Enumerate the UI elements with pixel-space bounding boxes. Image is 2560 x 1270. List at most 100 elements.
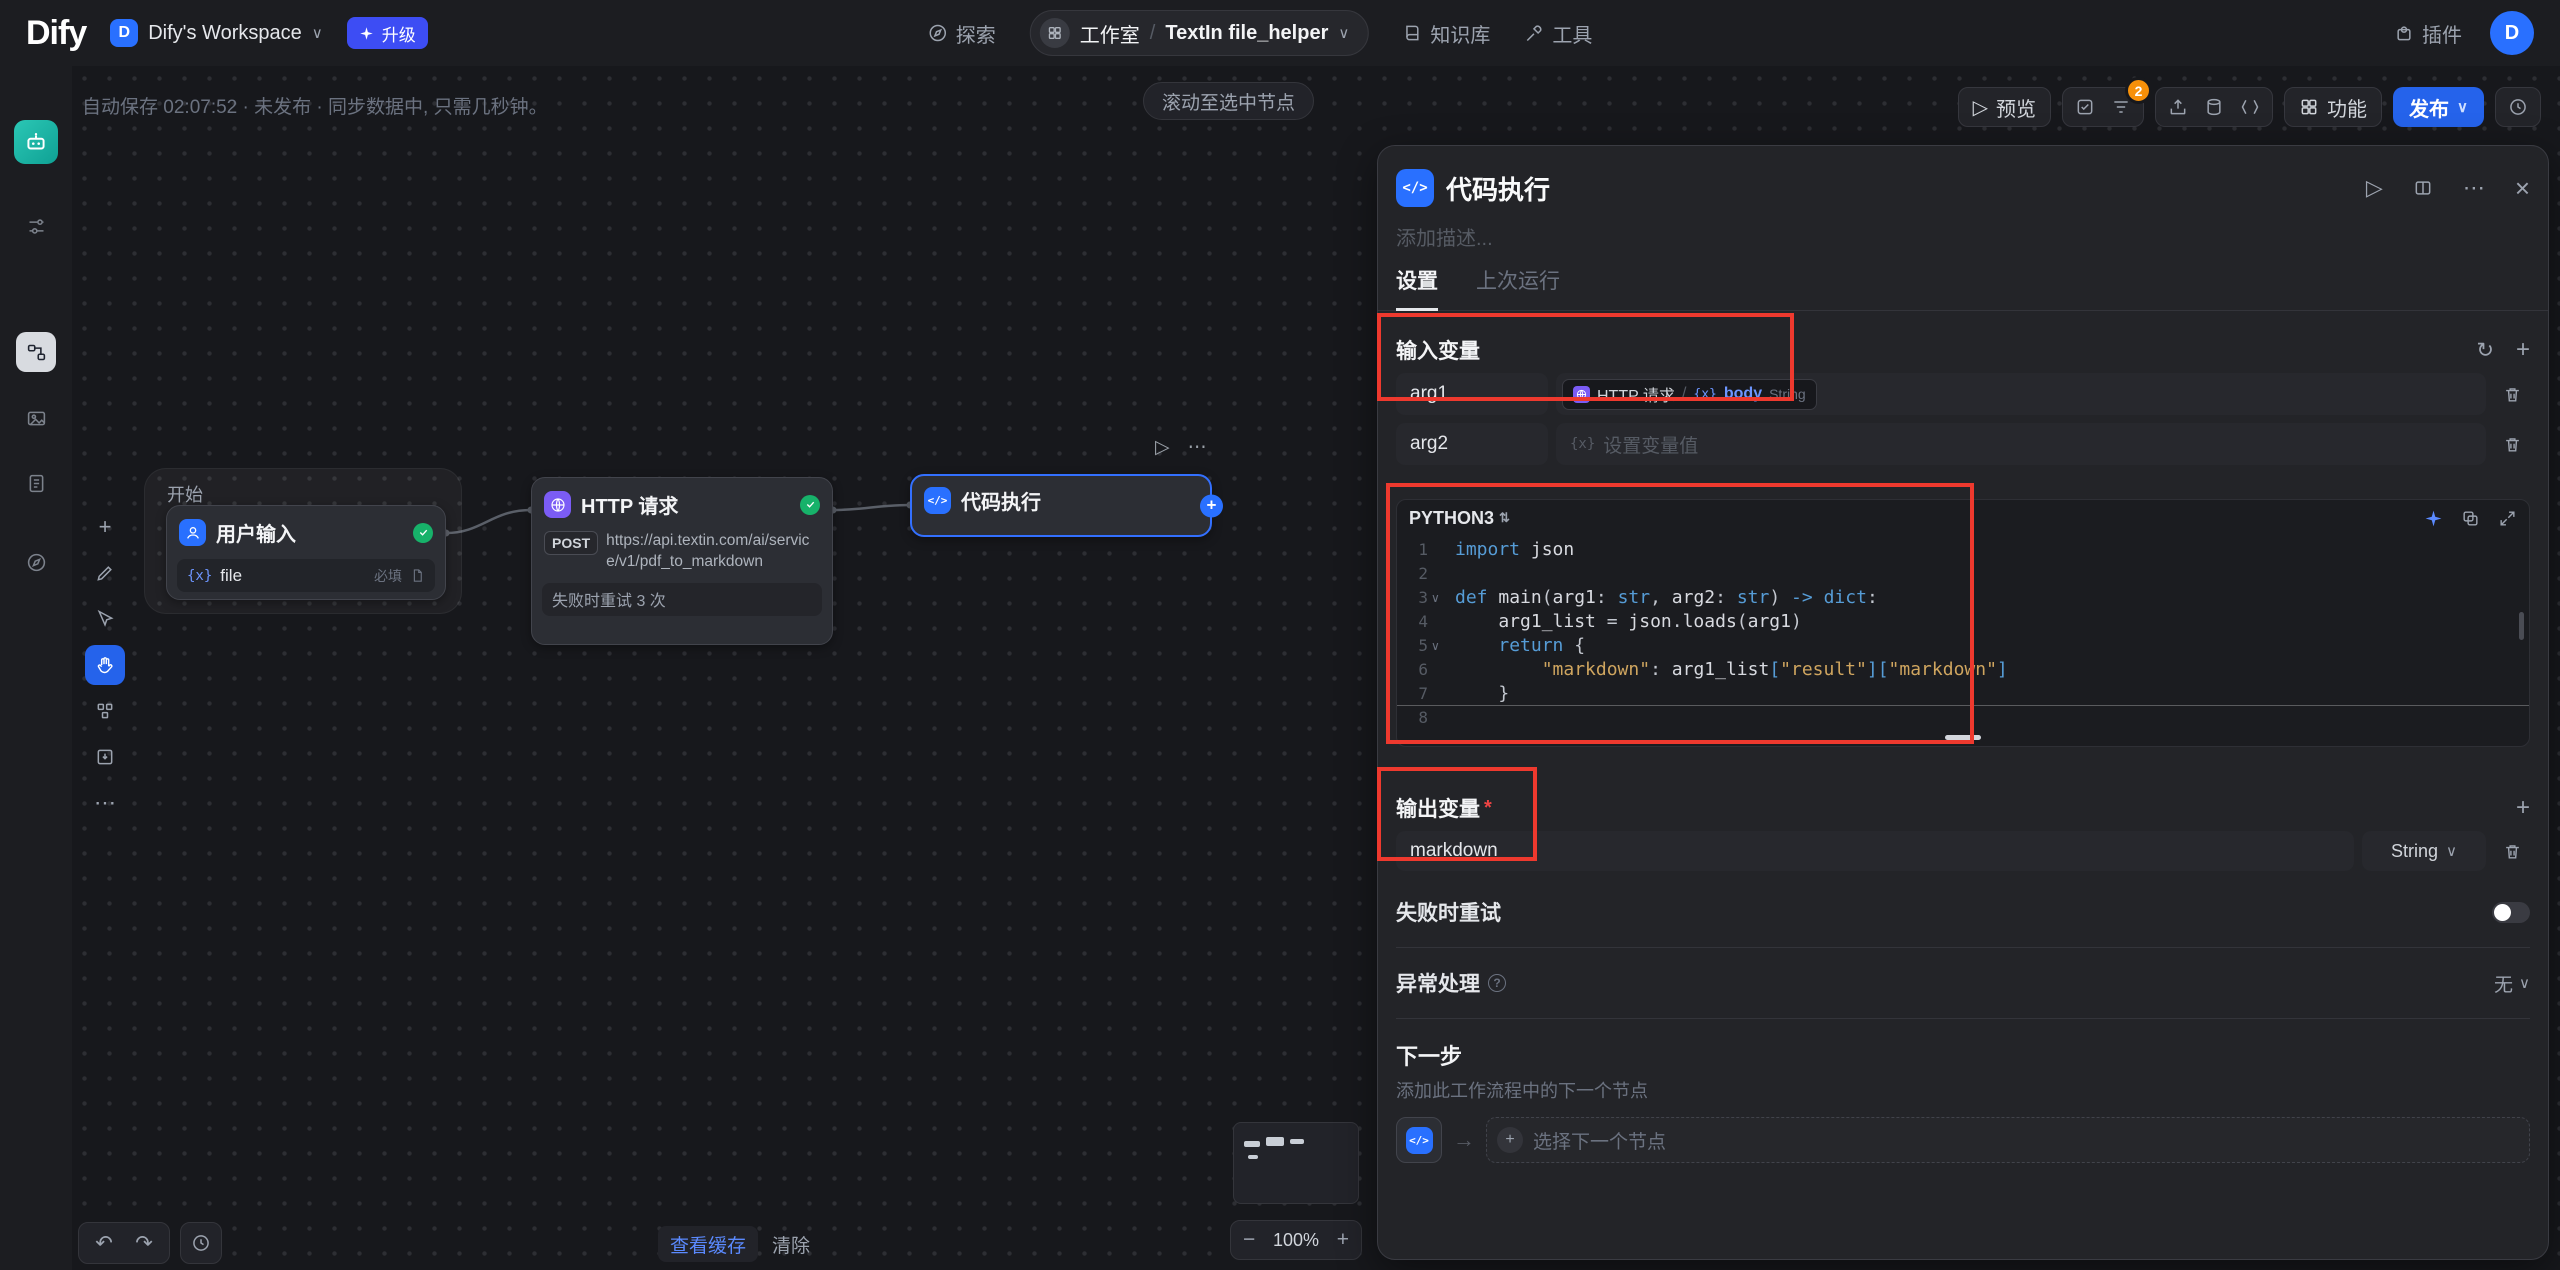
add-node-button[interactable]: + [85,507,125,547]
node-user-input[interactable]: 用户输入 {x} file 必填 [166,505,446,600]
zoom-in-button[interactable]: + [1337,1228,1349,1252]
grid-icon [2299,97,2319,117]
puzzle-icon [2394,23,2414,43]
run-node-icon[interactable]: ▷ [1155,436,1170,459]
dify-logo: Dify [26,14,86,53]
checklist-group: 2 [2062,87,2144,127]
publish-button[interactable]: 发布 ∨ [2393,87,2484,127]
nav-tools[interactable]: 工具 [1524,19,1592,48]
shortcuts-button[interactable] [2232,89,2268,125]
change-history-button[interactable] [180,1222,222,1264]
panel-more-button[interactable]: ⋯ [2463,175,2485,201]
clear-cache-button[interactable]: 清除 [772,1231,810,1258]
add-output-button[interactable]: + [2516,794,2530,822]
node-http-request[interactable]: HTTP 请求 POST https://api.textin.com/ai/s… [531,477,833,645]
variable-reference-chip[interactable]: HTTP 请求 / {x} body String [1562,379,1817,410]
version-history-button[interactable] [2500,89,2536,125]
close-panel-button[interactable]: × [2515,173,2530,204]
variable-name-input[interactable]: arg2 [1396,423,1548,465]
editor-resize-handle[interactable] [1945,735,1981,740]
export-button[interactable] [2160,89,2196,125]
undo-button[interactable]: ↶ [87,1226,121,1260]
nav-explore[interactable]: 探索 [928,19,996,48]
sidebar-item-settings[interactable] [16,206,56,246]
variables-button[interactable] [2196,89,2232,125]
delete-variable-button[interactable] [2494,373,2530,415]
plugins-button[interactable]: 插件 [2394,19,2462,48]
view-cache-button[interactable]: 查看缓存 [658,1226,758,1262]
current-app-icon[interactable] [14,120,58,164]
export-image-button[interactable] [85,737,125,777]
sidebar-item-logs[interactable] [16,463,56,503]
checklist-button[interactable] [2067,89,2103,125]
redo-button[interactable]: ↷ [127,1226,161,1260]
description-placeholder[interactable]: 添加描述... [1396,222,2530,251]
sparkle-icon [359,26,374,41]
minimap[interactable] [1233,1122,1359,1204]
next-step-row: </> → + 选择下一个节点 [1396,1117,2530,1163]
trash-icon [2503,385,2522,404]
delete-output-button[interactable] [2494,831,2530,871]
required-mark: * [1484,797,1492,820]
pencil-icon [95,563,115,583]
error-handling-select[interactable]: 无 ∨ [2494,970,2530,997]
code-lines[interactable]: 1import json23∨def main(arg1: str, arg2:… [1397,538,2529,730]
output-type-select[interactable]: String ∨ [2362,831,2486,871]
language-selector[interactable]: PYTHON3 ⇅ [1409,508,1510,529]
ai-generate-button[interactable] [2424,509,2443,528]
export-icon [2168,97,2188,117]
upgrade-button[interactable]: 升级 [347,17,428,49]
nav-knowledge[interactable]: 知识库 [1402,19,1490,48]
variable-row-arg2: arg2 {x} 设置变量值 [1396,423,2530,465]
user-avatar[interactable]: D [2490,11,2534,55]
add-note-button[interactable] [85,553,125,593]
expand-editor-button[interactable] [2498,509,2517,528]
canvas-toolbar: ▷ 预览 2 功能 发布 [1958,87,2541,127]
delete-variable-button[interactable] [2494,423,2530,465]
variable-value-input[interactable]: HTTP 请求 / {x} body String [1556,373,2486,415]
pointer-tool-button[interactable] [85,599,125,639]
variable-name-input[interactable]: arg1 [1396,373,1548,415]
minimap-node [1266,1137,1284,1146]
zoom-level[interactable]: 100% [1273,1230,1319,1251]
input-field-row[interactable]: {x} file 必填 [177,559,435,592]
sidebar-item-explore[interactable] [16,542,56,582]
autosave-status: 自动保存 02:07:52 · 未发布 · 同步数据中, 只需几秒钟。 [82,92,548,119]
retry-row: 失败时重试 [1396,891,2530,933]
download-icon [95,747,115,767]
refresh-variables-button[interactable]: ↻ [2476,338,2494,363]
output-name-input[interactable]: markdown [1396,831,2354,871]
tidy-layout-button[interactable] [85,691,125,731]
sidebar-item-preview[interactable] [16,398,56,438]
current-app-breadcrumb[interactable]: 工作室 / TextIn file_helper ∨ [1030,10,1369,56]
sidebar-item-orchestrate[interactable] [16,332,56,372]
node-more-icon[interactable]: ⋯ [1188,436,1207,459]
blocks-icon [95,701,115,721]
nav-studio[interactable]: 工作室 [1080,19,1140,48]
tab-last-run[interactable]: 上次运行 [1476,265,1560,310]
checklist-icon [2075,97,2095,117]
globe-icon [550,497,566,513]
cache-controls: 查看缓存 清除 [658,1226,810,1262]
scroll-to-node-pill[interactable]: 滚动至选中节点 [1143,82,1314,120]
more-tools-button[interactable]: ⋯ [85,783,125,823]
add-variable-button[interactable]: + [2516,336,2530,364]
tab-settings[interactable]: 设置 [1396,265,1438,311]
run-node-button[interactable]: ▷ [2366,175,2383,201]
variable-value-input[interactable]: {x} 设置变量值 [1556,423,2486,465]
retry-toggle[interactable] [2492,902,2530,923]
select-next-node-dropzone[interactable]: + 选择下一个节点 [1486,1117,2530,1163]
preview-button[interactable]: ▷ 预览 [1958,87,2051,127]
node-code-execution[interactable]: </> 代码执行 + [910,474,1212,537]
copy-code-button[interactable] [2461,509,2480,528]
code-editor[interactable]: PYTHON3 ⇅ 1import json23∨def main(arg1: … [1396,499,2530,747]
add-next-node-handle[interactable]: + [1200,494,1223,517]
features-button[interactable]: 功能 [2284,87,2382,127]
zoom-out-button[interactable]: − [1243,1228,1255,1252]
split-view-button[interactable] [2413,178,2433,198]
editor-scrollbar[interactable] [2519,612,2524,640]
database-icon [2204,97,2224,117]
minimap-node [1290,1139,1304,1144]
hand-tool-button[interactable] [85,645,125,685]
workspace-selector[interactable]: D Dify's Workspace ∨ [110,19,322,47]
